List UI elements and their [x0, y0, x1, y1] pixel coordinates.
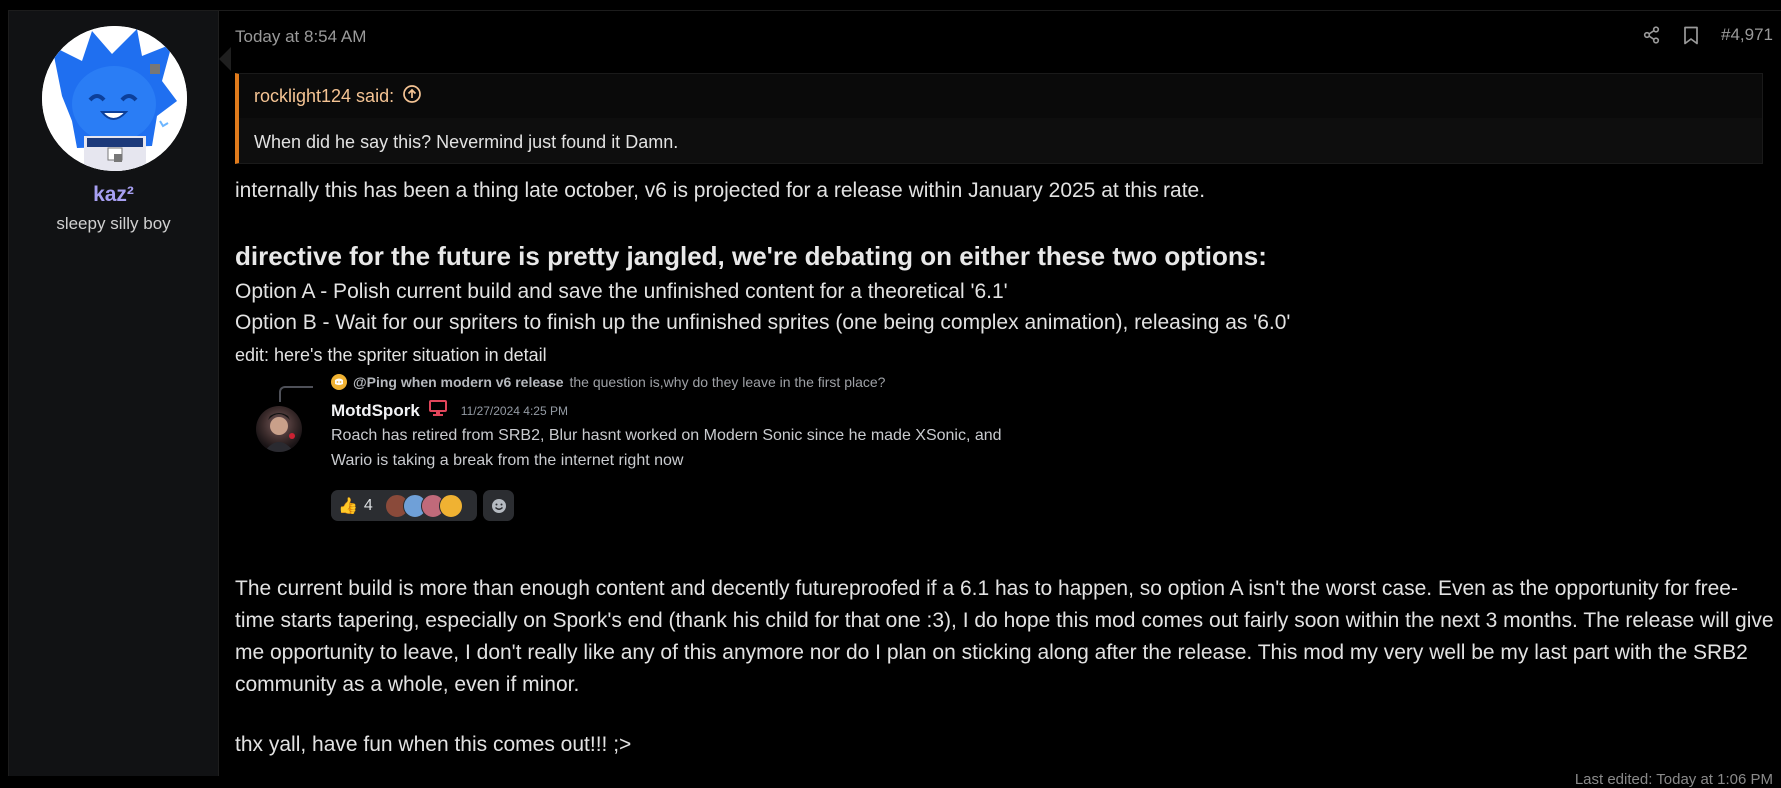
monitor-icon	[428, 400, 447, 421]
share-icon[interactable]	[1643, 26, 1661, 44]
post-heading: directive for the future is pretty jangl…	[235, 241, 1267, 271]
jump-up-icon[interactable]	[402, 84, 422, 109]
quote-author[interactable]: rocklight124 said:	[254, 86, 394, 107]
post-closing: thx yall, have fun when this comes out!!…	[235, 733, 632, 756]
post-paragraph-1: internally this has been a thing late oc…	[235, 179, 1206, 202]
post-main: Today at 8:54 AM #4,971 rocklight124 sai…	[235, 11, 1774, 788]
last-edited[interactable]: Last edited: Today at 1:06 PM	[1575, 771, 1773, 788]
discord-screenshot[interactable]: @Ping when modern v6 release the questio…	[235, 371, 1075, 521]
avatar[interactable]	[42, 26, 187, 171]
add-reaction-icon	[483, 490, 514, 521]
reply-connector	[279, 386, 313, 402]
discord-reaction: 👍 4	[331, 490, 477, 521]
quote-block: rocklight124 said: When did he say this?…	[235, 73, 1763, 164]
post-actions: #4,971	[1643, 25, 1773, 45]
forum-post: kaz² sleepy silly boy Today at 8:54 AM #…	[8, 10, 1781, 788]
post-timestamp[interactable]: Today at 8:54 AM	[235, 27, 366, 47]
reactor-avatar-4	[438, 493, 463, 518]
user-sidebar: kaz² sleepy silly boy	[9, 11, 231, 776]
discord-author-name: MotdSpork	[331, 400, 420, 420]
discord-reply-preview: @Ping when modern v6 release the questio…	[331, 374, 885, 390]
discord-message-line-2: Wario is taking a break from the interne…	[331, 452, 684, 469]
discord-message-line-1: Roach has retired from SRB2, Blur hasnt …	[331, 427, 1002, 444]
option-b: Option B - Wait for our spriters to fini…	[235, 311, 1291, 334]
discord-timestamp: 11/27/2024 4:25 PM	[460, 403, 568, 418]
post-number-link[interactable]: #4,971	[1721, 25, 1773, 45]
discord-author: MotdSpork 11/27/2024 4:25 PM	[331, 400, 568, 421]
reaction-avatars	[384, 493, 463, 518]
discord-reply-text: the question is,why do they leave in the…	[569, 374, 886, 390]
discord-avatar	[256, 406, 302, 452]
username[interactable]: kaz²	[9, 183, 218, 207]
edit-note: edit: here's the spriter situation in de…	[235, 345, 547, 365]
discord-icon	[331, 374, 347, 390]
user-title: sleepy silly boy	[56, 214, 171, 233]
post-paragraph-2: The current build is more than enough co…	[235, 577, 1774, 696]
reaction-count: 4	[363, 496, 373, 514]
discord-reply-name: @Ping when modern v6 release	[353, 374, 564, 390]
thumbs-up-icon: 👍	[338, 497, 358, 515]
quote-header: rocklight124 said:	[239, 74, 1762, 118]
bookmark-icon[interactable]	[1683, 26, 1699, 45]
option-a: Option A - Polish current build and save…	[235, 280, 1008, 303]
quote-text: When did he say this? Nevermind just fou…	[254, 132, 679, 152]
